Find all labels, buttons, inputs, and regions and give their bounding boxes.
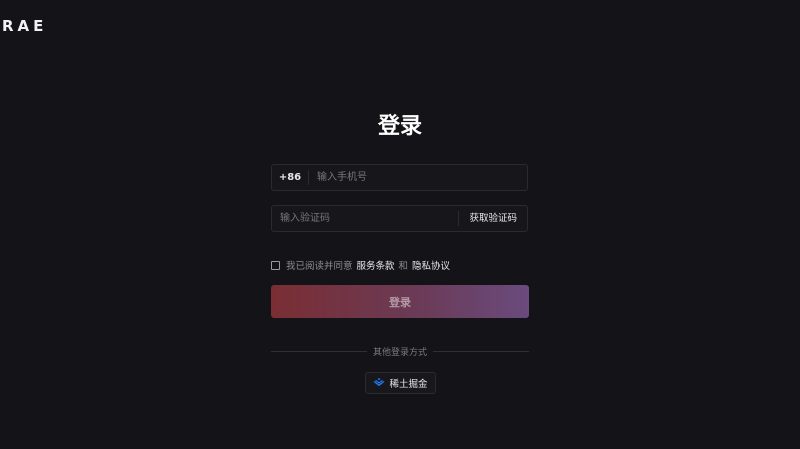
juejin-login-button[interactable]: 稀土掘金 xyxy=(365,372,436,394)
divider-line-right xyxy=(433,350,530,352)
terms-link[interactable]: 服务条款 xyxy=(357,258,395,272)
verification-code-input[interactable] xyxy=(272,206,459,231)
privacy-link[interactable]: 隐私协议 xyxy=(412,258,450,272)
login-button[interactable]: 登录 xyxy=(271,285,529,318)
phone-field: +86 xyxy=(271,164,528,191)
app-logo[interactable]: RAE xyxy=(2,17,47,35)
divider-line-left xyxy=(271,350,367,352)
get-code-button[interactable]: 获取验证码 xyxy=(458,211,527,226)
agreement-row: 我已阅读并同意 服务条款 和 隐私协议 xyxy=(271,258,454,272)
other-methods-divider: 其他登录方式 xyxy=(271,344,530,358)
agreement-prefix-text: 我已阅读并同意 xyxy=(286,261,353,272)
login-page: RAE 登录 +86 获取验证码 我已阅读并同意 服务条款 和 隐私协议 登录 … xyxy=(0,0,800,449)
verification-code-field: 获取验证码 xyxy=(271,205,528,232)
country-code-prefix[interactable]: +86 xyxy=(272,170,309,185)
agreement-checkbox[interactable] xyxy=(271,260,280,270)
juejin-login-label: 稀土掘金 xyxy=(389,379,428,390)
page-title: 登录 xyxy=(377,114,422,139)
agreement-and-text: 和 xyxy=(398,261,409,272)
juejin-logo-icon xyxy=(373,378,385,387)
other-methods-label: 其他登录方式 xyxy=(373,347,428,358)
phone-input[interactable] xyxy=(309,165,527,190)
